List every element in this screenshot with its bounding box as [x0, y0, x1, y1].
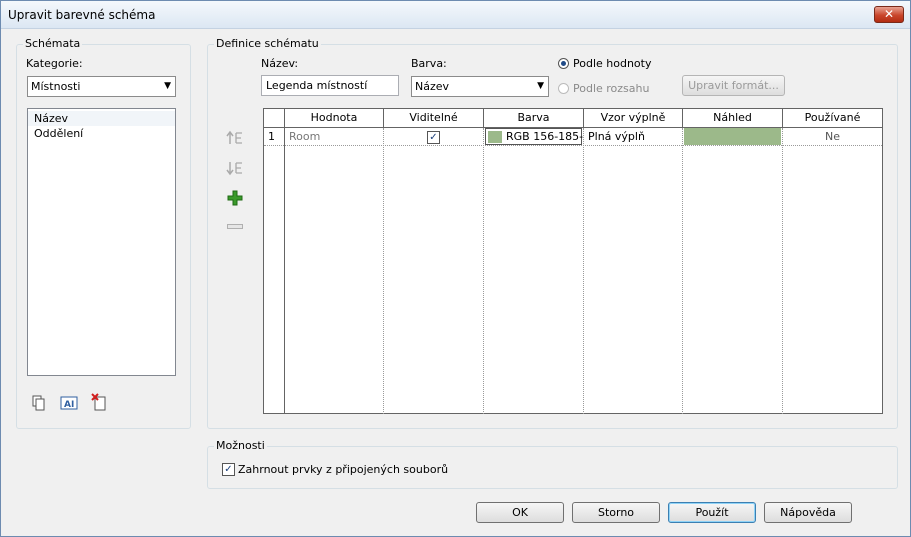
name-label: Název:: [261, 57, 299, 70]
row-number-header: [264, 109, 285, 128]
column-divider: [682, 128, 683, 414]
delete-icon[interactable]: [90, 392, 108, 412]
definition-group: Definice schématu Název: Legenda místnos…: [207, 37, 898, 429]
include-linked-checkbox[interactable]: ✓: [222, 463, 235, 476]
definition-group-title: Definice schématu: [214, 37, 321, 50]
edit-format-button[interactable]: Upravit formát...: [682, 75, 785, 96]
dialog-window: Upravit barevné schéma ✕ Schémata Katego…: [0, 0, 911, 537]
column-header[interactable]: Vzor výplně: [584, 109, 683, 128]
row-number-divider: [284, 128, 285, 414]
table-header: Hodnota Viditelné Barva Vzor výplně Náhl…: [264, 109, 882, 128]
column-divider: [483, 128, 484, 414]
category-select-value: Místnosti: [31, 80, 81, 93]
column-divider: [782, 128, 783, 414]
radio-dot: [558, 83, 569, 94]
chevron-down-icon: ▼: [164, 81, 171, 91]
color-select[interactable]: Název ▼: [411, 76, 549, 97]
visible-checkbox[interactable]: ✓: [427, 130, 440, 144]
color-cell[interactable]: RGB 156-185-: [484, 128, 583, 146]
name-field[interactable]: Legenda místností: [261, 75, 399, 96]
radio-by-range[interactable]: Podle rozsahu: [558, 82, 649, 95]
include-linked-label: Zahrnout prvky z připojených souborů: [238, 463, 449, 476]
table-row[interactable]: 1 Room ✓ RGB 156-185- Plná výplň Ne: [264, 128, 882, 146]
options-group-title: Možnosti: [214, 439, 267, 452]
options-group: Možnosti ✓ Zahrnout prvky z připojených …: [207, 439, 898, 489]
pattern-cell[interactable]: Plná výplň: [584, 128, 682, 146]
visible-cell[interactable]: ✓: [384, 128, 483, 146]
close-button[interactable]: ✕: [874, 6, 904, 23]
scheme-table[interactable]: Hodnota Viditelné Barva Vzor výplně Náhl…: [263, 108, 883, 414]
color-swatch: [488, 131, 502, 143]
schemes-group-title: Schémata: [23, 37, 83, 50]
rename-icon[interactable]: AI: [60, 394, 78, 412]
radio-dot-selected: [558, 58, 569, 69]
apply-button[interactable]: Použít: [668, 502, 756, 523]
ok-button[interactable]: OK: [476, 502, 564, 523]
category-select[interactable]: Místnosti ▼: [27, 76, 176, 97]
color-select-value: Název: [415, 80, 450, 93]
scheme-list-item[interactable]: Oddělení: [28, 126, 175, 141]
used-cell: Ne: [825, 130, 840, 143]
cancel-button[interactable]: Storno: [572, 502, 660, 523]
scheme-list-item[interactable]: Název: [28, 111, 175, 126]
move-down-icon[interactable]: [225, 159, 245, 177]
color-cell-text: RGB 156-185-: [506, 130, 583, 143]
svg-text:AI: AI: [64, 400, 74, 410]
color-label: Barva:: [411, 57, 447, 70]
move-up-icon[interactable]: [225, 129, 245, 147]
column-header[interactable]: Viditelné: [384, 109, 484, 128]
preview-swatch: [684, 128, 781, 145]
column-header[interactable]: Barva: [484, 109, 584, 128]
radio-by-value[interactable]: Podle hodnoty: [558, 57, 651, 70]
row-number: 1: [268, 130, 275, 143]
scheme-list[interactable]: Název Oddělení: [27, 108, 176, 376]
column-divider: [583, 128, 584, 414]
window-title: Upravit barevné schéma: [8, 8, 156, 22]
duplicate-icon[interactable]: [30, 394, 48, 412]
category-label: Kategorie:: [26, 57, 83, 70]
radio-by-range-label: Podle rozsahu: [573, 82, 650, 95]
color-cell-box: RGB 156-185-: [485, 128, 583, 145]
radio-by-value-label: Podle hodnoty: [573, 57, 652, 70]
title-bar: Upravit barevné schéma ✕: [1, 1, 910, 29]
help-button[interactable]: Nápověda: [764, 502, 852, 523]
add-icon[interactable]: [225, 188, 245, 208]
remove-icon[interactable]: [225, 221, 245, 233]
preview-cell: [683, 128, 782, 146]
column-divider: [383, 128, 384, 414]
value-cell[interactable]: Room: [285, 128, 383, 146]
schemes-group: Schémata Kategorie: Místnosti ▼ Název Od…: [16, 37, 191, 429]
column-header[interactable]: Náhled: [683, 109, 783, 128]
include-linked-option[interactable]: ✓ Zahrnout prvky z připojených souborů: [222, 463, 448, 476]
column-header[interactable]: Používané: [783, 109, 882, 128]
column-header[interactable]: Hodnota: [285, 109, 384, 128]
chevron-down-icon: ▼: [537, 81, 544, 91]
